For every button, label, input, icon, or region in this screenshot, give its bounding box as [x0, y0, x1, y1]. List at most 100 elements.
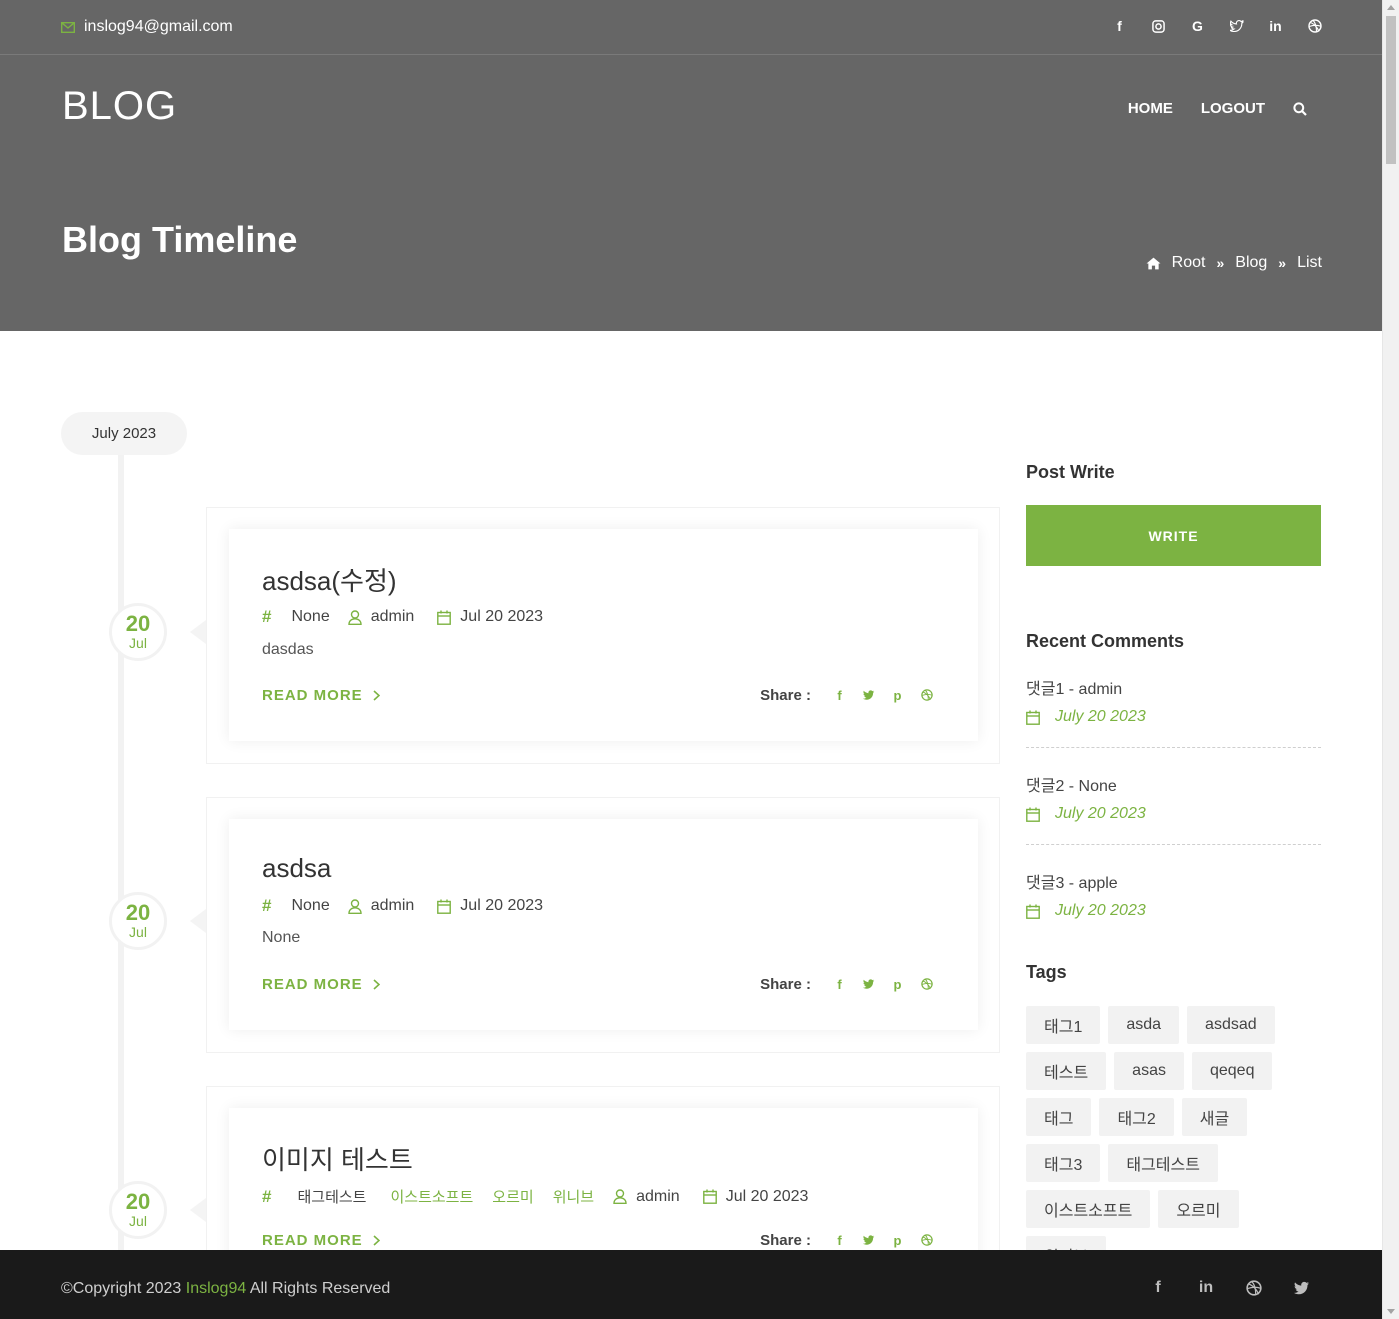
post-tag[interactable]: 오르미: [492, 1186, 533, 1207]
tag-item[interactable]: 테스트: [1026, 1052, 1107, 1090]
pinterest-icon[interactable]: p: [883, 1233, 912, 1248]
dribbble-icon[interactable]: [912, 1234, 941, 1246]
comment-item[interactable]: 댓글2 - None July 20 2023: [1026, 772, 1321, 823]
post-card: asdsa # None admin Jul 20 2023 None READ…: [229, 819, 978, 1030]
comment-date: July 20 2023: [1055, 805, 1146, 822]
comment-text: 댓글3 - apple: [1026, 875, 1118, 892]
user-icon: [348, 609, 362, 625]
tag-item[interactable]: 태그2: [1099, 1098, 1174, 1136]
share-label: Share :: [760, 1231, 811, 1249]
read-more-link[interactable]: READ MORE: [262, 687, 380, 704]
footer-social-links: f in: [1148, 1278, 1312, 1298]
post-author[interactable]: admin: [371, 897, 415, 915]
search-icon[interactable]: [1293, 101, 1307, 116]
dribbble-icon[interactable]: [1307, 16, 1322, 36]
post-excerpt: dasdas: [262, 641, 314, 658]
google-icon[interactable]: G: [1190, 16, 1205, 36]
twitter-icon[interactable]: [1229, 16, 1244, 36]
bubble-arrow: [190, 620, 206, 644]
divider: [1026, 747, 1321, 748]
instagram-icon[interactable]: [1151, 16, 1166, 36]
dribbble-icon[interactable]: [912, 978, 941, 990]
hash-icon: #: [262, 607, 272, 626]
nav-logout[interactable]: LOGOUT: [1201, 100, 1265, 117]
site-logo[interactable]: BLOG: [62, 84, 177, 129]
scroll-up-arrow-icon[interactable]: [1387, 5, 1395, 10]
post-date-bubble: 20 Jul: [109, 1181, 167, 1239]
breadcrumb-root[interactable]: Root: [1172, 254, 1206, 272]
comment-date-row: July 20 2023: [1026, 805, 1321, 823]
tag-item[interactable]: asdsad: [1187, 1006, 1275, 1044]
post-write-title: Post Write: [1026, 462, 1115, 482]
twitter-icon[interactable]: [854, 689, 883, 701]
post-tag[interactable]: None: [291, 608, 329, 626]
calendar-icon: [437, 610, 452, 625]
post-date-bubble: 20 Jul: [109, 603, 167, 661]
twitter-icon[interactable]: [854, 978, 883, 990]
post-title[interactable]: asdsa: [262, 853, 331, 884]
post-tag[interactable]: 태그테스트: [297, 1186, 366, 1207]
post-title[interactable]: asdsa(수정): [262, 561, 397, 598]
read-more-link[interactable]: READ MORE: [262, 976, 380, 993]
facebook-icon[interactable]: f: [1148, 1278, 1168, 1298]
post-tag[interactable]: None: [291, 897, 329, 915]
copyright-suffix: All Rights Reserved: [246, 1280, 391, 1297]
breadcrumb: Root » Blog » List: [1146, 254, 1322, 272]
chevron-right-icon: [373, 1234, 380, 1246]
scroll-down-arrow-icon[interactable]: [1387, 1309, 1395, 1314]
post-author[interactable]: admin: [371, 608, 415, 626]
comment-date: July 20 2023: [1055, 902, 1146, 919]
twitter-icon[interactable]: [854, 1234, 883, 1246]
scrollbar-thumb[interactable]: [1386, 16, 1396, 164]
dribbble-icon[interactable]: [912, 689, 941, 701]
tag-item[interactable]: 태그: [1026, 1098, 1092, 1136]
main-nav: HOME LOGOUT: [1128, 100, 1307, 117]
linkedin-icon[interactable]: in: [1196, 1278, 1216, 1298]
breadcrumb-blog[interactable]: Blog: [1235, 254, 1267, 272]
chevron-right-icon: [373, 978, 380, 990]
brand-link[interactable]: Inslog94: [186, 1280, 247, 1297]
post-title[interactable]: 이미지 테스트: [262, 1140, 413, 1177]
contact-email[interactable]: inslog94@gmail.com: [61, 18, 233, 36]
tag-item[interactable]: qeqeq: [1191, 1052, 1273, 1090]
post-author[interactable]: admin: [636, 1188, 680, 1206]
tag-item[interactable]: 이스트소프트: [1026, 1190, 1151, 1228]
facebook-icon[interactable]: f: [1112, 16, 1127, 36]
facebook-icon[interactable]: f: [825, 1233, 854, 1248]
write-button[interactable]: WRITE: [1026, 505, 1321, 566]
linkedin-icon[interactable]: in: [1268, 16, 1283, 36]
bubble-arrow: [190, 909, 206, 933]
comment-text: 댓글1 - admin: [1026, 681, 1123, 698]
read-more-label: READ MORE: [262, 975, 363, 993]
bubble-arrow: [190, 1198, 206, 1222]
post-tag[interactable]: 위니브: [553, 1186, 594, 1207]
post-tag[interactable]: 이스트소프트: [390, 1186, 473, 1207]
tag-item[interactable]: 태그3: [1026, 1144, 1101, 1182]
page-scrollbar[interactable]: [1382, 0, 1399, 1319]
calendar-icon: [1026, 710, 1040, 725]
double-chevron-icon: »: [1216, 255, 1225, 271]
tag-item[interactable]: asas: [1114, 1052, 1184, 1090]
tag-item[interactable]: 새글: [1181, 1098, 1248, 1136]
tag-item[interactable]: 태그1: [1026, 1006, 1101, 1044]
tag-item[interactable]: 태그테스트: [1108, 1144, 1218, 1182]
email-text: inslog94@gmail.com: [84, 18, 233, 35]
facebook-icon[interactable]: f: [825, 977, 854, 992]
nav-home[interactable]: HOME: [1128, 100, 1173, 117]
share-links: Share : f p: [760, 1232, 941, 1249]
user-icon: [613, 1189, 627, 1204]
read-more-link[interactable]: READ MORE: [262, 1232, 380, 1249]
post-date-bubble: 20 Jul: [109, 892, 167, 950]
post-meta: # None admin Jul 20 2023: [262, 896, 543, 916]
tag-item[interactable]: 오르미: [1158, 1190, 1239, 1228]
pinterest-icon[interactable]: p: [883, 977, 912, 992]
dribbble-icon[interactable]: [1244, 1278, 1264, 1298]
twitter-icon[interactable]: [1292, 1278, 1312, 1298]
site-footer: ©Copyright 2023 Inslog94 All Rights Rese…: [0, 1250, 1382, 1319]
pinterest-icon[interactable]: p: [883, 688, 912, 703]
comment-item[interactable]: 댓글3 - apple July 20 2023: [1026, 869, 1321, 920]
tag-item[interactable]: asda: [1108, 1006, 1180, 1044]
comment-item[interactable]: 댓글1 - admin July 20 2023: [1026, 675, 1321, 726]
facebook-icon[interactable]: f: [825, 688, 854, 703]
user-icon: [348, 898, 362, 914]
